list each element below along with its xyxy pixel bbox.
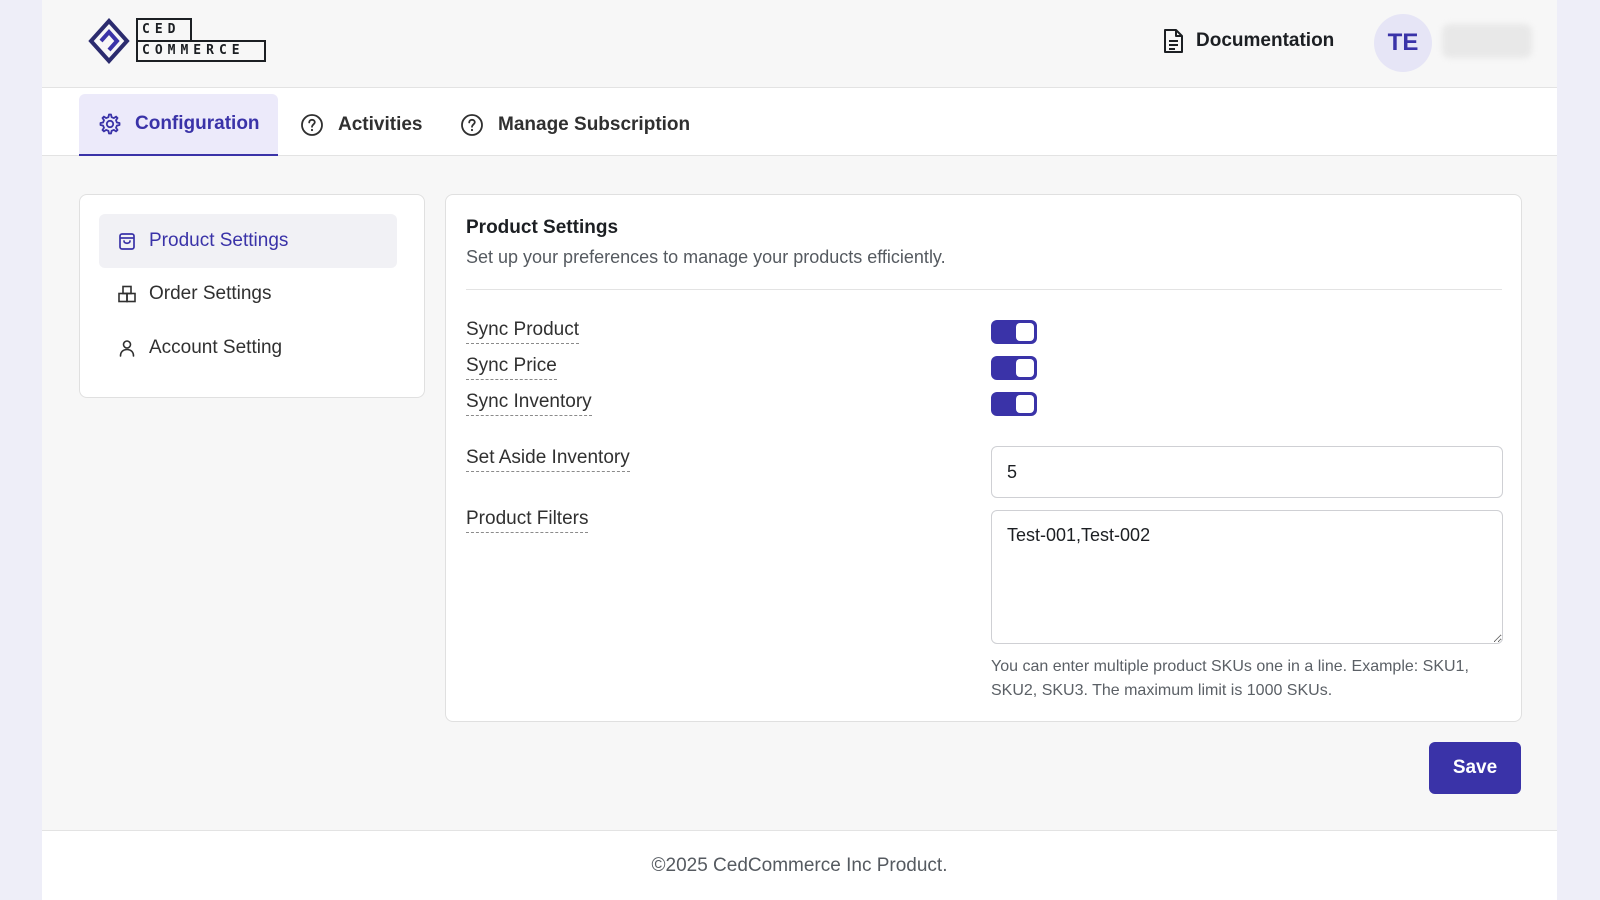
settings-sidebar: Product Settings Order Settings Account …: [79, 194, 425, 398]
product-filters-textarea[interactable]: Test-001,Test-002: [991, 510, 1503, 644]
boxes-icon: [118, 285, 136, 303]
document-icon: [1164, 29, 1183, 53]
footer-copyright: ©2025 CedCommerce Inc Product.: [651, 854, 948, 876]
set-aside-inventory-input[interactable]: [991, 446, 1503, 498]
question-circle-icon: [461, 114, 483, 136]
tab-activities-label: Activities: [338, 114, 423, 135]
shopping-bag-icon: [119, 233, 135, 250]
top-header: CED COMMERCE Documentation TE: [42, 0, 1557, 88]
gear-icon: [99, 113, 121, 135]
set-aside-inventory-label: Set Aside Inventory: [466, 447, 630, 472]
tab-configuration-label: Configuration: [135, 113, 260, 134]
documentation-label: Documentation: [1196, 30, 1335, 51]
logo-word-ced: CED: [136, 18, 192, 40]
tab-manage-subscription-label: Manage Subscription: [498, 114, 691, 135]
save-button[interactable]: Save: [1429, 742, 1521, 794]
user-avatar[interactable]: TE: [1374, 14, 1432, 72]
section-subtitle: Set up your preferences to manage your p…: [466, 247, 946, 267]
cedcommerce-logo[interactable]: CED COMMERCE: [88, 16, 272, 64]
section-title: Product Settings: [466, 217, 619, 238]
tab-configuration[interactable]: Configuration: [79, 94, 278, 156]
sidebar-item-label: Account Setting: [149, 337, 283, 358]
sidebar-item-label: Order Settings: [149, 283, 272, 304]
blurred-user-name[interactable]: [1442, 24, 1532, 58]
product-filters-label: Product Filters: [466, 508, 589, 533]
sidebar-item-product-settings[interactable]: Product Settings: [99, 214, 397, 268]
sync-product-label: Sync Product: [466, 319, 579, 344]
app-frame: CED COMMERCE Documentation TE Configurat…: [42, 0, 1557, 900]
product-filters-help-text: You can enter multiple product SKUs one …: [991, 658, 1469, 699]
documentation-link[interactable]: Documentation: [1162, 26, 1334, 56]
logo-text: CED COMMERCE: [136, 18, 272, 62]
logo-mark-icon: [88, 18, 130, 64]
sync-price-toggle[interactable]: [991, 356, 1037, 380]
main-tabs: Configuration Activities Manage Subscrip…: [42, 88, 1557, 156]
sidebar-item-account-setting[interactable]: Account Setting: [99, 321, 397, 375]
section-divider: [466, 289, 1502, 290]
product-settings-card: Product Settings Set up your preferences…: [445, 194, 1522, 722]
tab-activities[interactable]: Activities: [282, 94, 440, 156]
sync-price-label: Sync Price: [466, 355, 557, 380]
page-footer: ©2025 CedCommerce Inc Product.: [42, 830, 1557, 900]
sidebar-item-order-settings[interactable]: Order Settings: [99, 267, 397, 321]
sync-inventory-toggle[interactable]: [991, 392, 1037, 416]
user-icon: [119, 340, 135, 357]
tab-manage-subscription[interactable]: Manage Subscription: [442, 94, 708, 156]
logo-word-commerce: COMMERCE: [136, 40, 266, 62]
sync-product-toggle[interactable]: [991, 320, 1037, 344]
sync-inventory-label: Sync Inventory: [466, 391, 592, 416]
question-circle-icon: [301, 114, 323, 136]
sidebar-item-label: Product Settings: [149, 230, 289, 251]
